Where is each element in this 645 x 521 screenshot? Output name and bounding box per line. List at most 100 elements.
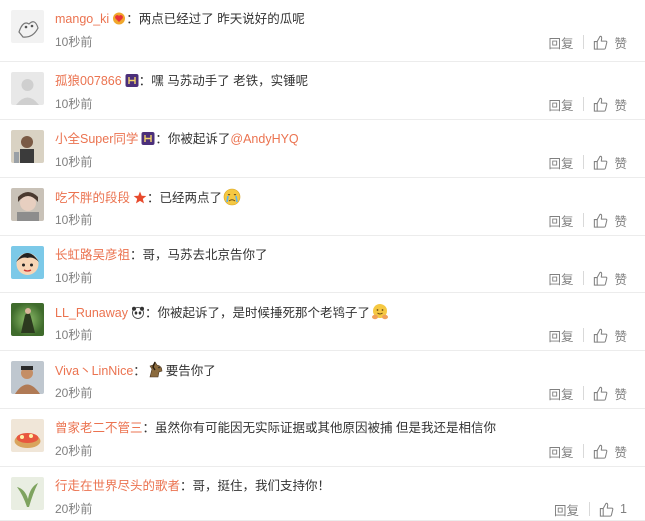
comment-body: 已经两点了 (159, 191, 223, 205)
night-badge-icon (141, 132, 155, 145)
comment-actions: 回复 赞 (548, 442, 627, 460)
avatar[interactable] (11, 246, 44, 279)
timestamp: 20秒前 (55, 444, 93, 458)
action-divider (583, 271, 585, 285)
action-divider (583, 386, 585, 400)
like-button[interactable]: 赞 (592, 326, 627, 345)
timestamp: 10秒前 (55, 97, 93, 111)
avatar[interactable] (11, 303, 44, 336)
like-button[interactable]: 1 (598, 501, 627, 518)
avatar[interactable] (11, 10, 44, 43)
colon-separator: ： (130, 248, 143, 262)
username-link[interactable]: Viva丶LinNice (55, 364, 133, 378)
comment-text: Viva丶LinNice： 要告你了 (55, 361, 635, 380)
timestamp: 10秒前 (55, 213, 93, 227)
reply-button[interactable]: 回复 (548, 269, 573, 288)
colon-separator: ： (147, 191, 160, 205)
like-button[interactable]: 赞 (592, 153, 627, 172)
action-divider (583, 35, 585, 49)
reply-button[interactable]: 回复 (548, 153, 573, 172)
action-divider (583, 155, 585, 169)
reply-button[interactable]: 回复 (548, 211, 573, 230)
colon-separator: ： (133, 364, 146, 378)
action-divider (583, 213, 585, 227)
username-link[interactable]: 孤狼007866 (55, 74, 122, 88)
comment-item: LL_Runaway ：你被起诉了，是时候捶死那个老鸨子了 10秒前 回复 赞 (0, 293, 645, 351)
like-button[interactable]: 赞 (592, 211, 627, 230)
timestamp: 20秒前 (55, 502, 93, 516)
action-divider (589, 502, 591, 516)
comment-actions: 回复 赞 (548, 153, 627, 171)
comment-actions: 回复 赞 (548, 33, 627, 51)
like-button[interactable]: 赞 (592, 33, 627, 52)
comment-body: 你被起诉了 (167, 132, 231, 146)
panda-badge-icon (131, 306, 145, 319)
thumbs-up-icon (592, 212, 609, 229)
crying-emoji-icon (223, 188, 241, 206)
like-button[interactable]: 赞 (592, 269, 627, 288)
comment-item: Viva丶LinNice： 要告你了 20秒前 回复 赞 (0, 351, 645, 409)
action-divider (583, 97, 585, 111)
like-button[interactable]: 赞 (592, 95, 627, 114)
like-label: 赞 (614, 214, 627, 229)
heart-badge-icon (112, 12, 126, 25)
timestamp: 10秒前 (55, 271, 93, 285)
thumbs-up-icon (592, 96, 609, 113)
thumbs-up-icon (592, 443, 609, 460)
comment-actions: 回复 1 (554, 500, 627, 518)
colon-separator: ： (144, 306, 158, 320)
colon-separator: ： (155, 132, 168, 146)
reply-button[interactable]: 回复 (548, 442, 573, 461)
avatar[interactable] (11, 477, 44, 510)
like-label: 赞 (614, 329, 627, 344)
avatar[interactable] (11, 419, 44, 452)
comment-text: 吃不胖的段段 ：已经两点了 (55, 188, 635, 207)
colon-separator: ： (138, 74, 152, 88)
avatar[interactable] (11, 130, 44, 163)
username-link[interactable]: 吃不胖的段段 (55, 191, 130, 205)
username-link[interactable]: LL_Runaway (55, 306, 128, 320)
comment-actions: 回复 赞 (548, 326, 627, 344)
star-badge-icon (133, 191, 147, 204)
comment-item: 吃不胖的段段 ：已经两点了 10秒前 回复 赞 (0, 178, 645, 236)
like-label: 赞 (614, 387, 627, 402)
comment-actions: 回复 赞 (548, 384, 627, 402)
reply-button[interactable]: 回复 (554, 500, 579, 519)
thumbs-up-icon (592, 154, 609, 171)
horse-emoji-icon (147, 361, 165, 379)
comment-body: 哥，马苏去北京告你了 (142, 248, 268, 262)
comment-body: 哥，挺住，我们支持你！ (192, 479, 331, 493)
like-label: 赞 (614, 445, 627, 460)
comment-text: 行走在世界尽头的歌者：哥，挺住，我们支持你！ (55, 477, 635, 495)
avatar[interactable] (11, 361, 44, 394)
like-label: 赞 (614, 272, 627, 287)
avatar[interactable] (11, 188, 44, 221)
username-link[interactable]: mango_ki (55, 12, 109, 26)
like-button[interactable]: 赞 (592, 442, 627, 461)
colon-separator: ： (180, 479, 193, 493)
comment-actions: 回复 赞 (548, 269, 627, 287)
reply-button[interactable]: 回复 (548, 326, 573, 345)
night-badge-icon (125, 74, 139, 87)
colon-separator: ： (142, 421, 156, 435)
comment-text: 小全Super同学 ：你被起诉了@AndyHYQ (55, 130, 635, 148)
comment-body: 两点已经过了 昨天说好的瓜呢 (138, 12, 305, 26)
thumbs-up-icon (592, 327, 609, 344)
comment-body: 你被起诉了，是时候捶死那个老鸨子了 (157, 306, 370, 320)
comment-body: 虽然你有可能因无实际证据或其他原因被捕 但是我还是相信你 (155, 421, 497, 435)
like-button[interactable]: 赞 (592, 384, 627, 403)
username-link[interactable]: 长虹路吴彦祖 (55, 248, 130, 262)
reply-button[interactable]: 回复 (548, 95, 573, 114)
reply-button[interactable]: 回复 (548, 33, 573, 52)
username-link[interactable]: 小全Super同学 (55, 132, 138, 146)
username-link[interactable]: 曾家老二不管三 (55, 421, 143, 435)
thumbs-up-icon (598, 501, 615, 518)
colon-separator: ： (126, 12, 139, 26)
reply-button[interactable]: 回复 (548, 384, 573, 403)
timestamp: 10秒前 (55, 35, 93, 49)
comment-item: 小全Super同学 ：你被起诉了@AndyHYQ 10秒前 回复 赞 (0, 120, 645, 178)
avatar[interactable] (11, 72, 44, 105)
comment-text: 长虹路吴彦祖：哥，马苏去北京告你了 (55, 246, 635, 264)
mention-link[interactable]: @AndyHYQ (230, 132, 298, 146)
username-link[interactable]: 行走在世界尽头的歌者 (55, 479, 180, 493)
